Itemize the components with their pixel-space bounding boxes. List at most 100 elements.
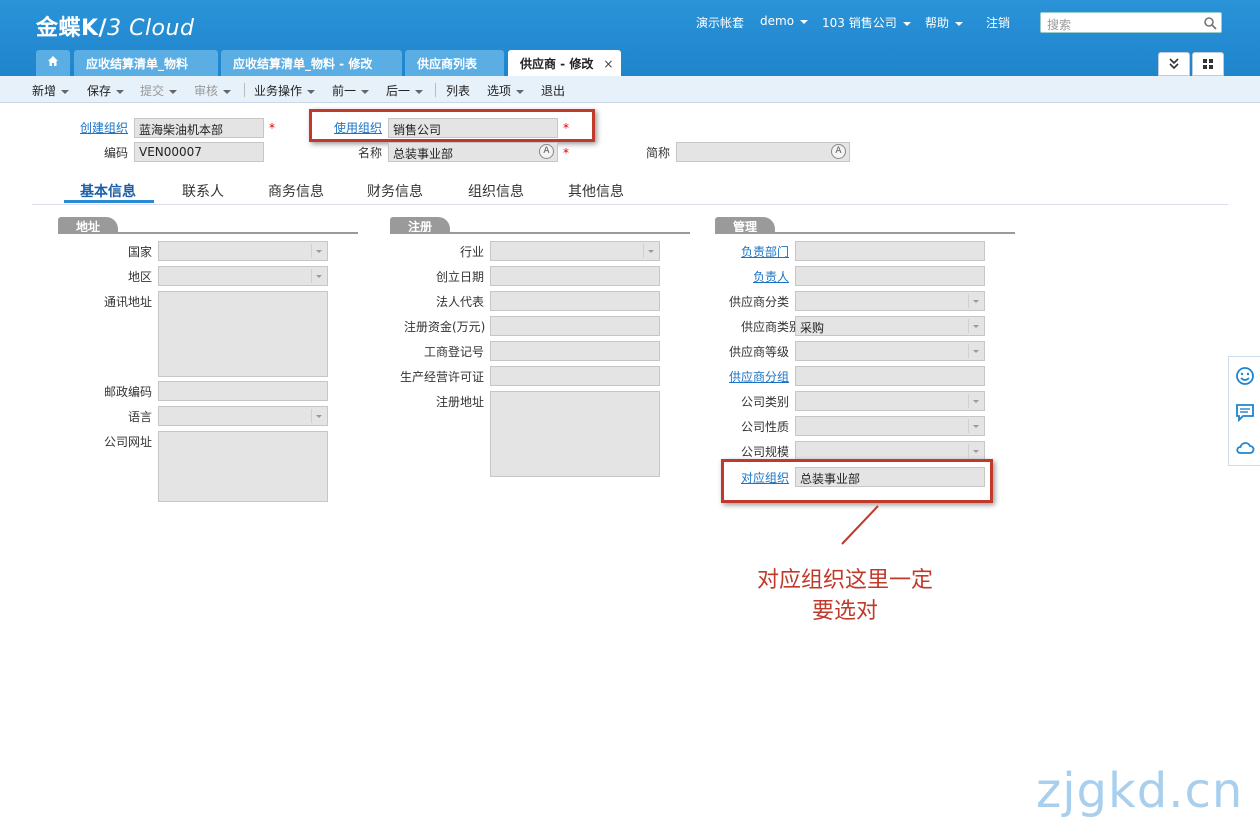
demo-account-link[interactable]: 演示帐套 (696, 14, 744, 31)
biz-reg-label: 工商登记号 (424, 345, 485, 359)
floating-sidebar (1228, 356, 1260, 466)
submit-button[interactable]: 提交 (140, 82, 178, 99)
company-nature-select[interactable] (795, 416, 985, 436)
short-name-field[interactable]: A (676, 142, 850, 162)
name-field[interactable]: 总装事业部 A (388, 142, 558, 162)
supplier-type-select[interactable]: 采购 (795, 316, 985, 336)
multilang-icon[interactable]: A (831, 144, 846, 159)
supplier-class-select[interactable] (795, 291, 985, 311)
company-type-select[interactable] (795, 391, 985, 411)
save-button[interactable]: 保存 (87, 82, 125, 99)
region-select[interactable] (158, 266, 328, 286)
industry-select[interactable] (490, 241, 660, 261)
chevron-down-icon (311, 409, 325, 423)
postcode-label: 邮政编码 (104, 385, 153, 399)
message-icon[interactable] (1235, 402, 1255, 422)
highlight-box-corr-org (721, 459, 993, 503)
license-field[interactable] (490, 366, 660, 386)
postcode-field[interactable] (158, 381, 328, 401)
exit-button[interactable]: 退出 (541, 82, 565, 99)
create-org-field[interactable]: 蓝海柴油机本部 (134, 118, 264, 138)
tab-supplier-list[interactable]: 供应商列表 (405, 50, 504, 76)
tab-org-info[interactable]: 组织信息 (468, 181, 524, 201)
search-icon[interactable] (1203, 16, 1217, 30)
tab-list-button[interactable] (1158, 52, 1190, 76)
short-name-label: 简称 (646, 146, 671, 160)
active-tab-indicator (64, 200, 154, 203)
founded-label: 创立日期 (436, 270, 485, 284)
website-textarea[interactable] (158, 431, 328, 502)
toolbar: 新增 保存 提交 审核 业务操作 前一 后一 列表 选项 退出 (0, 76, 1260, 103)
code-field[interactable]: VEN00007 (134, 142, 264, 162)
chevron-down-icon (968, 319, 982, 333)
chevron-down-icon (311, 244, 325, 258)
country-select[interactable] (158, 241, 328, 261)
chevron-down-icon (311, 269, 325, 283)
tab-other-info[interactable]: 其他信息 (568, 181, 624, 201)
cloud-icon[interactable] (1235, 438, 1255, 458)
home-tab[interactable] (36, 50, 70, 76)
reg-address-textarea[interactable] (490, 391, 660, 477)
new-button[interactable]: 新增 (32, 82, 70, 99)
business-ops-button[interactable]: 业务操作 (254, 82, 316, 99)
legal-rep-field[interactable] (490, 291, 660, 311)
mail-address-textarea[interactable] (158, 291, 328, 377)
toolbar-divider (244, 83, 245, 97)
region-label: 地区 (128, 270, 153, 284)
tab-settlement-edit[interactable]: 应收结算清单_物料 - 修改 (221, 50, 402, 76)
smiley-icon[interactable] (1235, 366, 1255, 386)
tab-divider (32, 204, 1228, 205)
tab-supplier-edit[interactable]: 供应商 - 修改 × (508, 50, 621, 76)
biz-reg-field[interactable] (490, 341, 660, 361)
toolbar-divider (435, 83, 436, 97)
help-menu[interactable]: 帮助 (925, 14, 964, 31)
owner-field[interactable] (795, 266, 985, 286)
country-label: 国家 (128, 245, 153, 259)
company-scale-label: 公司规模 (741, 445, 790, 459)
chevron-down-icon (968, 344, 982, 358)
supplier-group-label[interactable]: 供应商分组 (729, 368, 789, 385)
company-scale-select[interactable] (795, 441, 985, 461)
language-label: 语言 (128, 410, 153, 424)
supplier-grade-select[interactable] (795, 341, 985, 361)
search-input[interactable]: 搜索 (1040, 12, 1222, 33)
multilang-icon[interactable]: A (539, 144, 554, 159)
chevron-down-icon (968, 444, 982, 458)
highlight-box-use-org (309, 109, 595, 142)
next-button[interactable]: 后一 (386, 82, 424, 99)
list-button[interactable]: 列表 (446, 82, 470, 99)
address-section-header: 地址 (58, 217, 119, 234)
founded-field[interactable] (490, 266, 660, 286)
options-button[interactable]: 选项 (487, 82, 525, 99)
supplier-type-label: 供应商类别 (741, 320, 802, 334)
close-icon[interactable]: × (603, 57, 613, 71)
logout-link[interactable]: 注销 (986, 14, 1010, 31)
capital-field[interactable] (490, 316, 660, 336)
language-select[interactable] (158, 406, 328, 426)
supplier-class-label: 供应商分类 (729, 295, 790, 309)
chevron-down-icon (968, 419, 982, 433)
supplier-grade-label: 供应商等级 (729, 345, 790, 359)
dept-label[interactable]: 负责部门 (741, 243, 789, 260)
tab-finance-info[interactable]: 财务信息 (367, 181, 423, 201)
tab-settlement-list[interactable]: 应收结算清单_物料 (74, 50, 218, 76)
dept-field[interactable] (795, 241, 985, 261)
name-label: 名称 (358, 146, 383, 160)
section-line (58, 232, 358, 234)
top-bar: 金蝶K/3 Cloud 演示帐套 demo 103 销售公司 帮助 注销 搜索 … (0, 0, 1260, 76)
audit-button[interactable]: 审核 (194, 82, 232, 99)
create-org-label[interactable]: 创建组织 (80, 119, 128, 136)
manage-section-header: 管理 (715, 217, 776, 234)
user-menu[interactable]: demo (760, 14, 809, 28)
register-section-header: 注册 (390, 217, 451, 234)
required-mark: * (563, 146, 569, 160)
prev-button[interactable]: 前一 (332, 82, 370, 99)
owner-label[interactable]: 负责人 (753, 268, 789, 285)
tab-business-info[interactable]: 商务信息 (268, 181, 324, 201)
supplier-group-field[interactable] (795, 366, 985, 386)
org-menu[interactable]: 103 销售公司 (822, 14, 911, 31)
tab-basic-info[interactable]: 基本信息 (80, 181, 136, 201)
grid-view-button[interactable] (1192, 52, 1224, 76)
home-icon (48, 56, 58, 66)
tab-contacts[interactable]: 联系人 (182, 181, 224, 201)
